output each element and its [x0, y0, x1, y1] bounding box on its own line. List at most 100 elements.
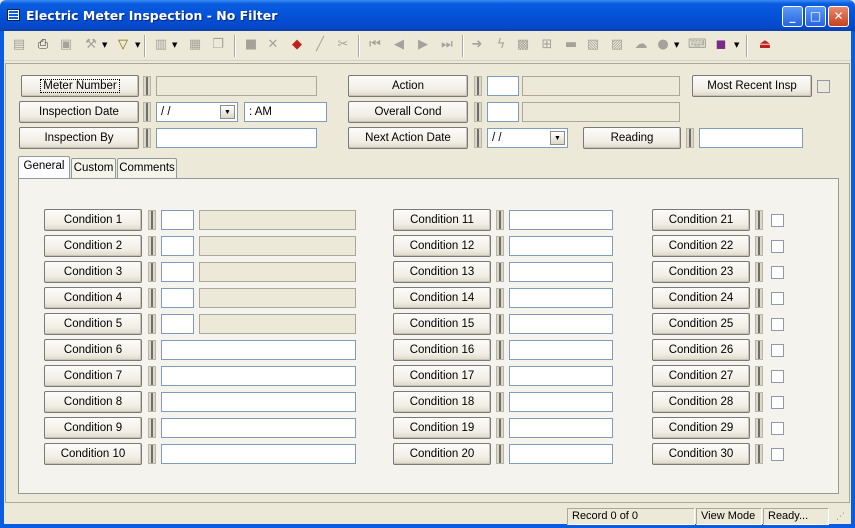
tools-icon[interactable]: ⚒ [82, 36, 100, 54]
condition-20-field[interactable] [509, 444, 613, 464]
prev-icon[interactable]: ◀ [390, 36, 408, 54]
report-icon[interactable]: ▥ [152, 36, 170, 54]
condition-24-checkbox[interactable] [771, 292, 784, 305]
condition-9-field[interactable] [161, 418, 356, 438]
grid-icon[interactable]: ▬ [562, 36, 580, 54]
cloud-icon[interactable]: ☁ [632, 36, 650, 54]
tab-general[interactable]: General [18, 156, 70, 178]
condition-6-button[interactable]: Condition 6 [44, 339, 142, 361]
condition-21-checkbox[interactable] [771, 214, 784, 227]
condition-22-button[interactable]: Condition 22 [652, 235, 750, 257]
minimize-button[interactable]: _ [782, 6, 803, 27]
cut-icon[interactable]: ✂ [334, 36, 352, 54]
condition-18-button[interactable]: Condition 18 [393, 391, 491, 413]
exit-icon[interactable]: ⏏ [756, 36, 774, 54]
condition-7-field[interactable] [161, 366, 356, 386]
inspection-by-button[interactable]: Inspection By [19, 127, 139, 149]
tab-custom[interactable]: Custom [71, 158, 116, 178]
condition-8-field[interactable] [161, 392, 356, 412]
inspection-date-button[interactable]: Inspection Date [19, 101, 139, 123]
stamp-icon[interactable]: ◆ [288, 36, 306, 54]
condition-4-code-field[interactable] [161, 288, 194, 308]
print-icon[interactable]: ⎙ [34, 36, 52, 54]
condition-22-checkbox[interactable] [771, 240, 784, 253]
condition-17-button[interactable]: Condition 17 [393, 365, 491, 387]
condition-15-field[interactable] [509, 314, 613, 334]
condition-12-field[interactable] [509, 236, 613, 256]
next-action-date-button[interactable]: Next Action Date [348, 127, 468, 149]
reading-button[interactable]: Reading [583, 127, 681, 149]
filter-dropdown-icon[interactable]: ▼ [135, 41, 141, 49]
app-icon[interactable] [7, 9, 20, 21]
maximize-button[interactable]: □ [805, 6, 826, 27]
new-icon[interactable]: ▤ [10, 36, 28, 54]
calendar-icon[interactable]: ▧ [584, 36, 602, 54]
tools-dropdown-icon[interactable]: ▼ [102, 41, 108, 49]
condition-29-checkbox[interactable] [771, 422, 784, 435]
condition-2-code-field[interactable] [161, 236, 194, 256]
condition-3-code-field[interactable] [161, 262, 194, 282]
condition-15-button[interactable]: Condition 15 [393, 313, 491, 335]
condition-26-checkbox[interactable] [771, 344, 784, 357]
action-code-field[interactable] [487, 76, 519, 96]
condition-25-button[interactable]: Condition 25 [652, 313, 750, 335]
resize-grip-icon[interactable]: ⋰ [836, 512, 845, 522]
save-icon[interactable]: ■ [242, 36, 260, 54]
inspection-by-field[interactable] [156, 128, 317, 148]
book-icon[interactable]: ◼ [712, 36, 730, 54]
report-dropdown-icon[interactable]: ▼ [172, 41, 178, 49]
condition-10-field[interactable] [161, 444, 356, 464]
condition-11-button[interactable]: Condition 11 [393, 209, 491, 231]
condition-7-button[interactable]: Condition 7 [44, 365, 142, 387]
meter-number-field[interactable] [156, 76, 317, 96]
action-button[interactable]: Action [348, 75, 468, 97]
overall-cond-button[interactable]: Overall Cond [348, 101, 468, 123]
condition-11-field[interactable] [509, 210, 613, 230]
preview-icon[interactable]: ▣ [57, 36, 75, 54]
condition-23-button[interactable]: Condition 23 [652, 261, 750, 283]
condition-30-checkbox[interactable] [771, 448, 784, 461]
condition-13-button[interactable]: Condition 13 [393, 261, 491, 283]
condition-14-field[interactable] [509, 288, 613, 308]
condition-21-button[interactable]: Condition 21 [652, 209, 750, 231]
book-dropdown-icon[interactable]: ▼ [734, 41, 740, 49]
most-recent-insp-button[interactable]: Most Recent Insp [692, 75, 812, 97]
condition-20-button[interactable]: Condition 20 [393, 443, 491, 465]
overall-cond-code-field[interactable] [487, 102, 519, 122]
condition-28-checkbox[interactable] [771, 396, 784, 409]
inspection-date-field[interactable]: / / ▼ [156, 102, 238, 122]
condition-29-button[interactable]: Condition 29 [652, 417, 750, 439]
condition-28-button[interactable]: Condition 28 [652, 391, 750, 413]
condition-8-button[interactable]: Condition 8 [44, 391, 142, 413]
chat-dropdown-icon[interactable]: ▼ [674, 41, 680, 49]
chevron-down-icon[interactable]: ▼ [550, 131, 565, 145]
condition-30-button[interactable]: Condition 30 [652, 443, 750, 465]
copy-icon[interactable]: ❐ [209, 36, 227, 54]
inspection-time-field[interactable]: : AM [244, 102, 327, 122]
condition-4-button[interactable]: Condition 4 [44, 287, 142, 309]
tab-comments[interactable]: Comments [117, 158, 177, 178]
edit-icon[interactable]: ▦ [186, 36, 204, 54]
condition-13-field[interactable] [509, 262, 613, 282]
next-icon[interactable]: ▶ [414, 36, 432, 54]
condition-16-field[interactable] [509, 340, 613, 360]
chevron-down-icon[interactable]: ▼ [220, 105, 235, 119]
condition-27-button[interactable]: Condition 27 [652, 365, 750, 387]
last-icon[interactable]: ⏭ [438, 36, 456, 54]
first-icon[interactable]: ⏮ [366, 36, 384, 54]
close-button[interactable]: ✕ [828, 6, 849, 27]
condition-14-button[interactable]: Condition 14 [393, 287, 491, 309]
condition-26-button[interactable]: Condition 26 [652, 339, 750, 361]
condition-27-checkbox[interactable] [771, 370, 784, 383]
condition-3-button[interactable]: Condition 3 [44, 261, 142, 283]
condition-25-checkbox[interactable] [771, 318, 784, 331]
condition-9-button[interactable]: Condition 9 [44, 417, 142, 439]
lightning-icon[interactable]: ϟ [492, 36, 510, 54]
condition-16-button[interactable]: Condition 16 [393, 339, 491, 361]
link-icon[interactable]: ⊞ [538, 36, 556, 54]
reading-field[interactable] [699, 128, 803, 148]
condition-1-button[interactable]: Condition 1 [44, 209, 142, 231]
condition-18-field[interactable] [509, 392, 613, 412]
condition-6-field[interactable] [161, 340, 356, 360]
pencil-icon[interactable]: ╱ [311, 36, 329, 54]
